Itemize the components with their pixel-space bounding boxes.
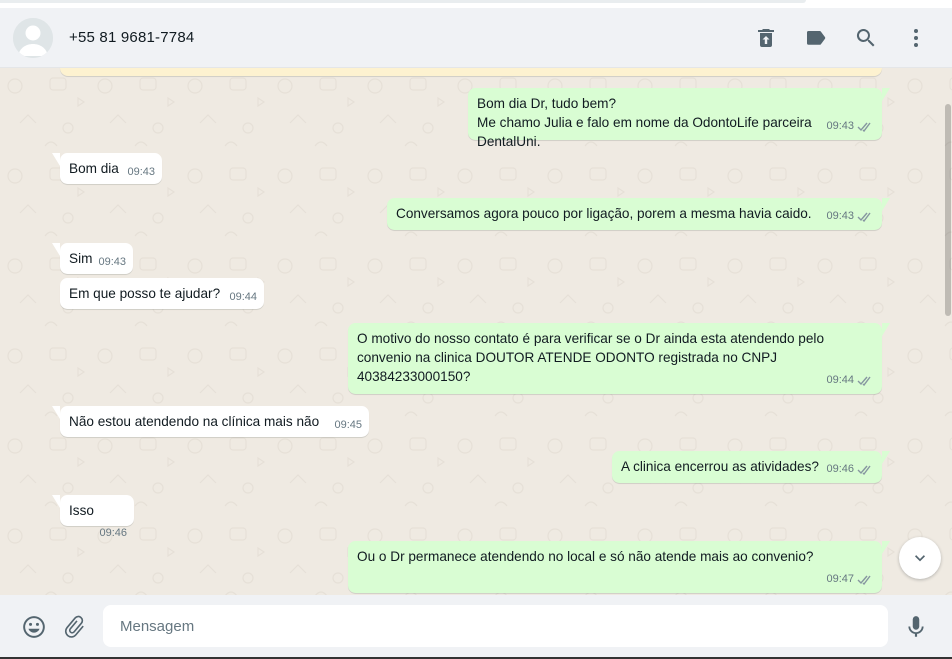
message-text: Não estou atendendo na clínica mais não (69, 414, 320, 429)
search-icon[interactable] (854, 26, 878, 50)
message-time: 09:44 (826, 374, 854, 386)
composer-bar (0, 595, 952, 657)
message-meta: 09:43 (826, 207, 873, 226)
avatar[interactable] (13, 18, 53, 58)
attach-icon[interactable] (62, 614, 88, 640)
double-check-icon (857, 212, 871, 222)
delete-chat-icon[interactable] (754, 26, 778, 50)
message-meta: 09:44 (826, 371, 873, 390)
mic-icon[interactable] (903, 614, 929, 640)
message-text: Isso (69, 503, 94, 518)
message-outgoing[interactable]: A clinica encerrou as atividades? 09:46 (612, 451, 890, 483)
message-outgoing[interactable]: O motivo do nosso contato é para verific… (348, 323, 890, 394)
message-text: Bom dia (69, 161, 119, 176)
message-outgoing[interactable]: Conversamos agora pouco por ligação, por… (387, 198, 890, 230)
message-time: 09:43 (127, 166, 155, 178)
message-meta: 09:43 (826, 117, 873, 136)
message-time: 09:47 (826, 573, 854, 585)
message-text: A clinica encerrou as atividades? (621, 459, 819, 474)
message-incoming[interactable]: Sim 09:43 (52, 243, 133, 274)
chat-area[interactable]: Bom dia Dr, tudo bem? Me chamo Julia e f… (0, 68, 952, 595)
message-input[interactable] (103, 605, 888, 647)
double-check-icon (857, 122, 871, 132)
scroll-to-bottom-button[interactable] (899, 537, 941, 579)
message-incoming[interactable]: Isso 09:46 (52, 495, 134, 539)
scrollbar[interactable] (944, 68, 952, 595)
message-incoming[interactable]: Não estou atendendo na clínica mais não … (52, 406, 369, 437)
message-outgoing[interactable]: Ou o Dr permanece atendendo no local e s… (348, 541, 890, 593)
message-text: Ou o Dr permanece atendendo no local e s… (357, 549, 814, 564)
message-text: O motivo do nosso contato é para verific… (357, 331, 824, 384)
contact-name[interactable]: +55 81 9681-7784 (69, 29, 194, 46)
message-outgoing[interactable]: Bom dia Dr, tudo bem? Me chamo Julia e f… (468, 88, 890, 149)
menu-icon[interactable] (904, 26, 928, 50)
scrollbar-thumb[interactable] (945, 104, 951, 316)
message-meta: 09:46 (826, 460, 873, 479)
message-meta: 09:47 (826, 570, 873, 589)
encryption-notice (60, 68, 882, 76)
message-text: Sim (69, 251, 93, 266)
message-time: 09:46 (826, 463, 854, 475)
message-time: 09:43 (826, 120, 854, 132)
emoji-icon[interactable] (21, 614, 47, 640)
message-text: Conversamos agora pouco por ligação, por… (396, 206, 812, 221)
message-time: 09:46 (99, 527, 127, 539)
top-strip (0, 0, 952, 8)
message-incoming[interactable]: Em que posso te ajudar? 09:44 (60, 278, 264, 309)
message-time: 09:43 (826, 210, 854, 222)
top-bar (0, 0, 806, 3)
double-check-icon (857, 575, 871, 585)
message-time: 09:43 (98, 256, 126, 268)
message-time: 09:45 (334, 419, 362, 431)
chevron-down-icon (915, 555, 925, 562)
message-time: 09:44 (229, 291, 257, 303)
message-incoming[interactable]: Bom dia 09:43 (52, 153, 162, 184)
double-check-icon (857, 465, 871, 475)
label-icon[interactable] (804, 26, 828, 50)
double-check-icon (857, 376, 871, 386)
chat-header: +55 81 9681-7784 (0, 8, 952, 68)
default-avatar-icon (13, 18, 53, 58)
message-text: Em que posso te ajudar? (69, 286, 221, 301)
